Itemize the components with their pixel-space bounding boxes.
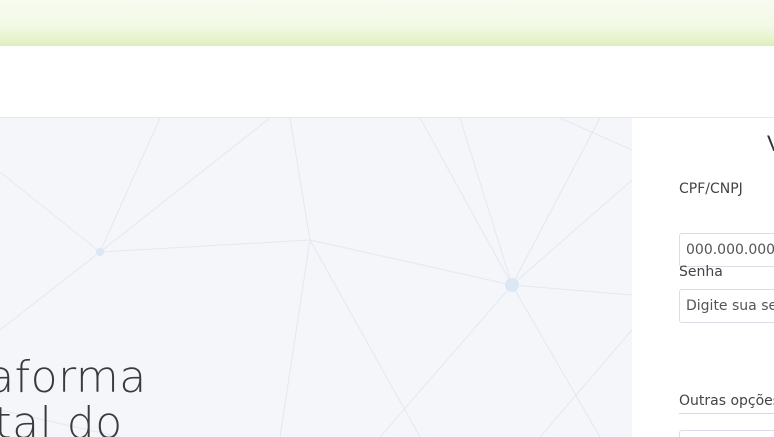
login-panel: V CPF/CNPJ Senha Outras opções [632,118,774,437]
login-title: V [767,131,774,157]
password-label: Senha [679,264,723,280]
password-input[interactable] [679,289,774,323]
login-option-button[interactable] [679,430,774,437]
other-options-label: Outras opções [679,393,774,414]
hero-title-line-2: igital do [0,398,123,437]
hero-title-line-1: ataforma [0,352,147,403]
header-bar [0,46,774,118]
hero-title: ataforma igital do [0,355,147,437]
page: ataforma igital do V CPF/CNPJ Senha Outr… [0,0,774,437]
top-banner [0,0,774,46]
cpf-input[interactable] [679,233,774,267]
cpf-label: CPF/CNPJ [679,181,743,197]
